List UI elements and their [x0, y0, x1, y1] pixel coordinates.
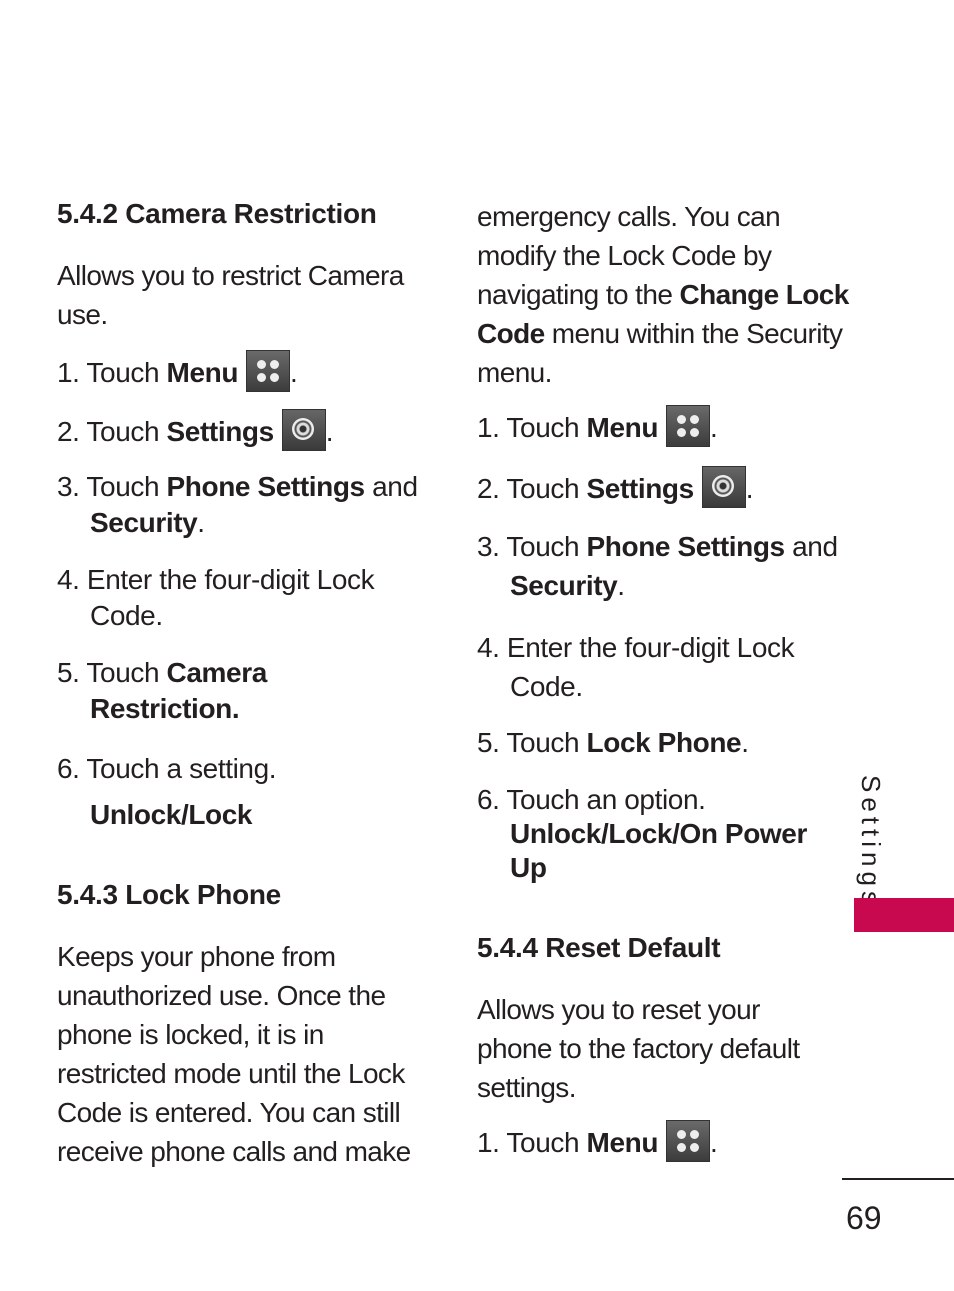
step-keyword: Camera: [166, 657, 268, 688]
step-keyword: Up: [510, 852, 547, 883]
step-4: 4. Enter the four-digit Lock Code.: [477, 630, 795, 705]
step-keyword: Unlock/Lock/On Power: [510, 818, 807, 849]
step-text: .: [710, 412, 718, 443]
page-number: 69: [846, 1200, 882, 1236]
camera-restriction-intro: Allows you to restrict Camera use.: [57, 256, 404, 334]
step-text: .: [745, 473, 754, 504]
step-1: 1. Touch Menu.: [477, 405, 718, 447]
step-keyword: Phone Settings: [166, 471, 366, 502]
step-text: 3. Touch: [477, 531, 587, 562]
step-keyword: Security: [510, 570, 618, 601]
step-2: 2. Touch Settings.: [57, 409, 334, 451]
step-5: 5. Touch Camera Restriction.: [57, 655, 267, 727]
step-text: 5. Touch: [477, 727, 587, 758]
menu-icon: [246, 350, 291, 392]
step-text: and: [364, 471, 418, 502]
step-text: 1. Touch: [57, 357, 167, 388]
text-line: emergency calls. You can: [477, 201, 781, 232]
text-line: navigating to the: [477, 279, 680, 310]
text-line: phone is locked, it is in: [57, 1019, 324, 1050]
settings-gear-icon: [281, 409, 326, 451]
step-text: .: [325, 416, 334, 447]
keyword: Change Lock: [679, 279, 849, 310]
reset-default-paragraph: Allows you to reset your phone to the fa…: [477, 990, 800, 1107]
section-color-tab: [854, 898, 954, 932]
step-keyword: Restriction.: [90, 693, 240, 724]
step-keyword: Menu: [586, 1127, 659, 1158]
step-keyword: Lock Phone: [586, 727, 742, 758]
step-keyword: Phone Settings: [586, 531, 786, 562]
text-line: menu.: [477, 357, 552, 388]
lock-phone-continued: emergency calls. You can modify the Lock…: [477, 197, 849, 392]
text-line: receive phone calls and make: [57, 1136, 411, 1167]
step-text: .: [741, 727, 749, 758]
text-line: Allows you to reset your: [477, 994, 760, 1025]
step-text: .: [617, 570, 625, 601]
step-text: .: [290, 357, 298, 388]
step-1: 1. Touch Menu.: [477, 1120, 718, 1162]
settings-gear-icon: [701, 466, 746, 508]
step-keyword: Unlock/Lock: [90, 799, 253, 830]
menu-icon: [666, 405, 711, 447]
text-line: modify the Lock Code by: [477, 240, 772, 271]
side-tab-text: Settings: [856, 775, 886, 909]
step-3: 3. Touch Phone Settings and Security.: [477, 529, 838, 604]
side-tab-label: Settings: [852, 775, 892, 909]
step-text: 2. Touch: [477, 473, 587, 504]
step-text: 6. Touch an option.: [477, 784, 706, 815]
step-keyword: Menu: [166, 357, 239, 388]
step-text: 1. Touch: [477, 412, 587, 443]
step-text: 4. Enter the four-digit Lock: [477, 632, 795, 663]
text-line: phone to the factory default: [477, 1033, 800, 1064]
menu-icon: [666, 1120, 711, 1162]
step-keyword: Settings: [586, 473, 695, 504]
text-line: use.: [57, 299, 108, 330]
step-text: .: [197, 507, 205, 538]
section-title-camera-restriction: 5.4.2 Camera Restriction: [57, 198, 377, 229]
step-text: 5. Touch: [57, 657, 167, 688]
step-text: Code.: [510, 671, 583, 702]
step-text: and: [784, 531, 838, 562]
step-text: Code.: [90, 600, 163, 631]
footer-rule: [842, 1178, 954, 1180]
lock-phone-paragraph: Keeps your phone from unauthorized use. …: [57, 937, 411, 1171]
step-text: 2. Touch: [57, 416, 167, 447]
step-text: 1. Touch: [477, 1127, 587, 1158]
step-text: 4. Enter the four-digit Lock: [57, 564, 375, 595]
step-keyword: Menu: [586, 412, 659, 443]
step-keyword: Security: [90, 507, 198, 538]
step-6: 6. Touch an option. Unlock/Lock/On Power U…: [477, 783, 807, 885]
text-line: unauthorized use. Once the: [57, 980, 386, 1011]
step-text: .: [710, 1127, 718, 1158]
step-4: 4. Enter the four-digit Lock Code.: [57, 562, 375, 634]
step-5: 5. Touch Lock Phone.: [477, 725, 749, 761]
keyword: Code: [477, 318, 545, 349]
step-6: 6. Touch a setting. Unlock/Lock: [57, 751, 277, 833]
step-3: 3. Touch Phone Settings and Security.: [57, 469, 418, 541]
text-line: Code is entered. You can still: [57, 1097, 401, 1128]
section-title-lock-phone: 5.4.3 Lock Phone: [57, 879, 281, 910]
step-1: 1. Touch Menu.: [57, 350, 298, 392]
text-line: settings.: [477, 1072, 576, 1103]
step-2: 2. Touch Settings.: [477, 466, 754, 508]
text-line: Keeps your phone from: [57, 941, 336, 972]
step-text: 6. Touch a setting.: [57, 753, 277, 784]
text-line: restricted mode until the Lock: [57, 1058, 405, 1089]
step-keyword: Settings: [166, 416, 275, 447]
text-line: Allows you to restrict Camera: [57, 260, 404, 291]
text-line: menu within the Security: [544, 318, 843, 349]
step-text: 3. Touch: [57, 471, 167, 502]
section-title-reset-default: 5.4.4 Reset Default: [477, 932, 721, 963]
